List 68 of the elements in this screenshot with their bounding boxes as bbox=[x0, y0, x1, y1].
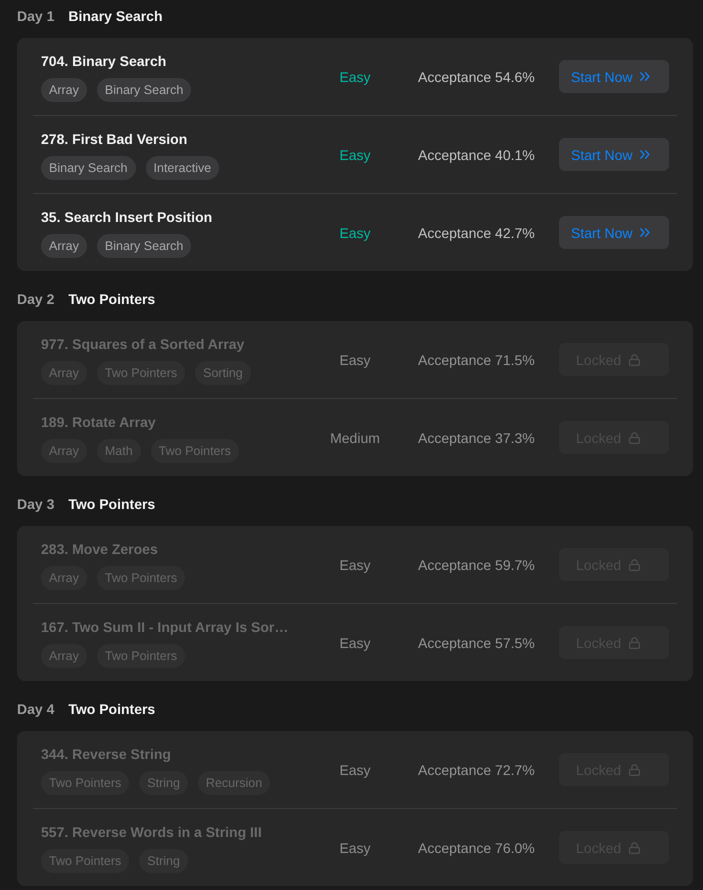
day-topic: Binary Search bbox=[68, 7, 163, 26]
acceptance-rate: Acceptance 54.6% bbox=[418, 68, 536, 84]
day-label: Day 2 bbox=[17, 290, 54, 309]
acceptance-rate: Acceptance 57.5% bbox=[418, 634, 536, 650]
double-chevron-icon bbox=[640, 228, 650, 237]
topic-tag: Array bbox=[41, 644, 87, 668]
topic-tag: Recursion bbox=[198, 771, 270, 795]
day-label: Day 4 bbox=[17, 700, 54, 719]
difficulty-label: Easy bbox=[339, 224, 371, 240]
acceptance-rate: Acceptance 76.0% bbox=[418, 840, 536, 856]
topic-tag: Sorting bbox=[195, 361, 251, 385]
problem-title[interactable]: 977. Squares of a Sorted Array bbox=[41, 334, 244, 354]
lock-icon bbox=[629, 354, 640, 366]
topic-tag: String bbox=[139, 771, 188, 795]
problem-title[interactable]: 704. Binary Search bbox=[41, 51, 166, 71]
problem-title[interactable]: 344. Reverse String bbox=[41, 744, 171, 764]
double-chevron-icon bbox=[640, 150, 650, 159]
topic-tag: Binary Search bbox=[96, 78, 192, 102]
topic-tag: Two Pointers bbox=[150, 439, 239, 463]
day-topic: Two Pointers bbox=[68, 495, 156, 514]
difficulty-label: Easy bbox=[339, 352, 371, 368]
difficulty-label: Easy bbox=[339, 556, 371, 572]
topic-tag: Array bbox=[41, 361, 87, 385]
acceptance-rate: Acceptance 40.1% bbox=[418, 146, 536, 162]
day-topic: Two Pointers bbox=[68, 290, 156, 309]
double-chevron-icon bbox=[640, 72, 650, 81]
problem-title[interactable]: 167. Two Sum II - Input Array Is Sor… bbox=[41, 617, 288, 637]
lock-icon bbox=[629, 432, 640, 444]
topic-tag: Array bbox=[41, 78, 87, 102]
difficulty-label: Medium bbox=[330, 430, 380, 446]
topic-tag: Array bbox=[41, 566, 87, 590]
day-topic: Two Pointers bbox=[68, 700, 156, 719]
start-button[interactable]: Start Now bbox=[559, 60, 669, 93]
lock-icon bbox=[629, 636, 640, 648]
topic-tag: Array bbox=[41, 234, 87, 258]
problem-title[interactable]: 557. Reverse Words in a String III bbox=[41, 822, 262, 842]
lock-icon bbox=[629, 842, 640, 854]
topic-tag: Binary Search bbox=[96, 234, 192, 258]
acceptance-rate: Acceptance 59.7% bbox=[418, 556, 536, 572]
topic-tag: Interactive bbox=[146, 156, 220, 180]
problem-title[interactable]: 189. Rotate Array bbox=[41, 412, 156, 432]
acceptance-rate: Acceptance 72.7% bbox=[418, 762, 536, 778]
difficulty-label: Easy bbox=[339, 634, 371, 650]
topic-tag: Two Pointers bbox=[96, 644, 186, 668]
topic-tag: Two Pointers bbox=[41, 849, 130, 873]
acceptance-rate: Acceptance 42.7% bbox=[418, 224, 536, 240]
topic-tag: Math bbox=[96, 439, 141, 463]
topic-tag: Two Pointers bbox=[41, 771, 130, 795]
difficulty-label: Easy bbox=[339, 146, 371, 162]
acceptance-rate: Acceptance 37.3% bbox=[418, 430, 536, 446]
acceptance-rate: Acceptance 71.5% bbox=[418, 352, 536, 368]
topic-tag: Array bbox=[41, 439, 87, 463]
problem-title[interactable]: 278. First Bad Version bbox=[41, 129, 188, 149]
topic-tag: String bbox=[139, 849, 188, 873]
problem-title[interactable]: 35. Search Insert Position bbox=[41, 207, 212, 227]
difficulty-label: Easy bbox=[339, 68, 371, 84]
difficulty-label: Easy bbox=[339, 840, 371, 856]
topic-tag: Two Pointers bbox=[96, 566, 186, 590]
topic-tag: Two Pointers bbox=[96, 361, 186, 385]
problem-title[interactable]: 283. Move Zeroes bbox=[41, 539, 158, 559]
topic-tag: Binary Search bbox=[41, 156, 136, 180]
difficulty-label: Easy bbox=[339, 762, 371, 778]
day-label: Day 1 bbox=[17, 7, 54, 26]
day-label: Day 3 bbox=[17, 495, 54, 514]
start-button[interactable]: Start Now bbox=[559, 216, 669, 249]
lock-icon bbox=[629, 558, 640, 570]
start-button[interactable]: Start Now bbox=[559, 138, 669, 171]
lock-icon bbox=[629, 764, 640, 776]
